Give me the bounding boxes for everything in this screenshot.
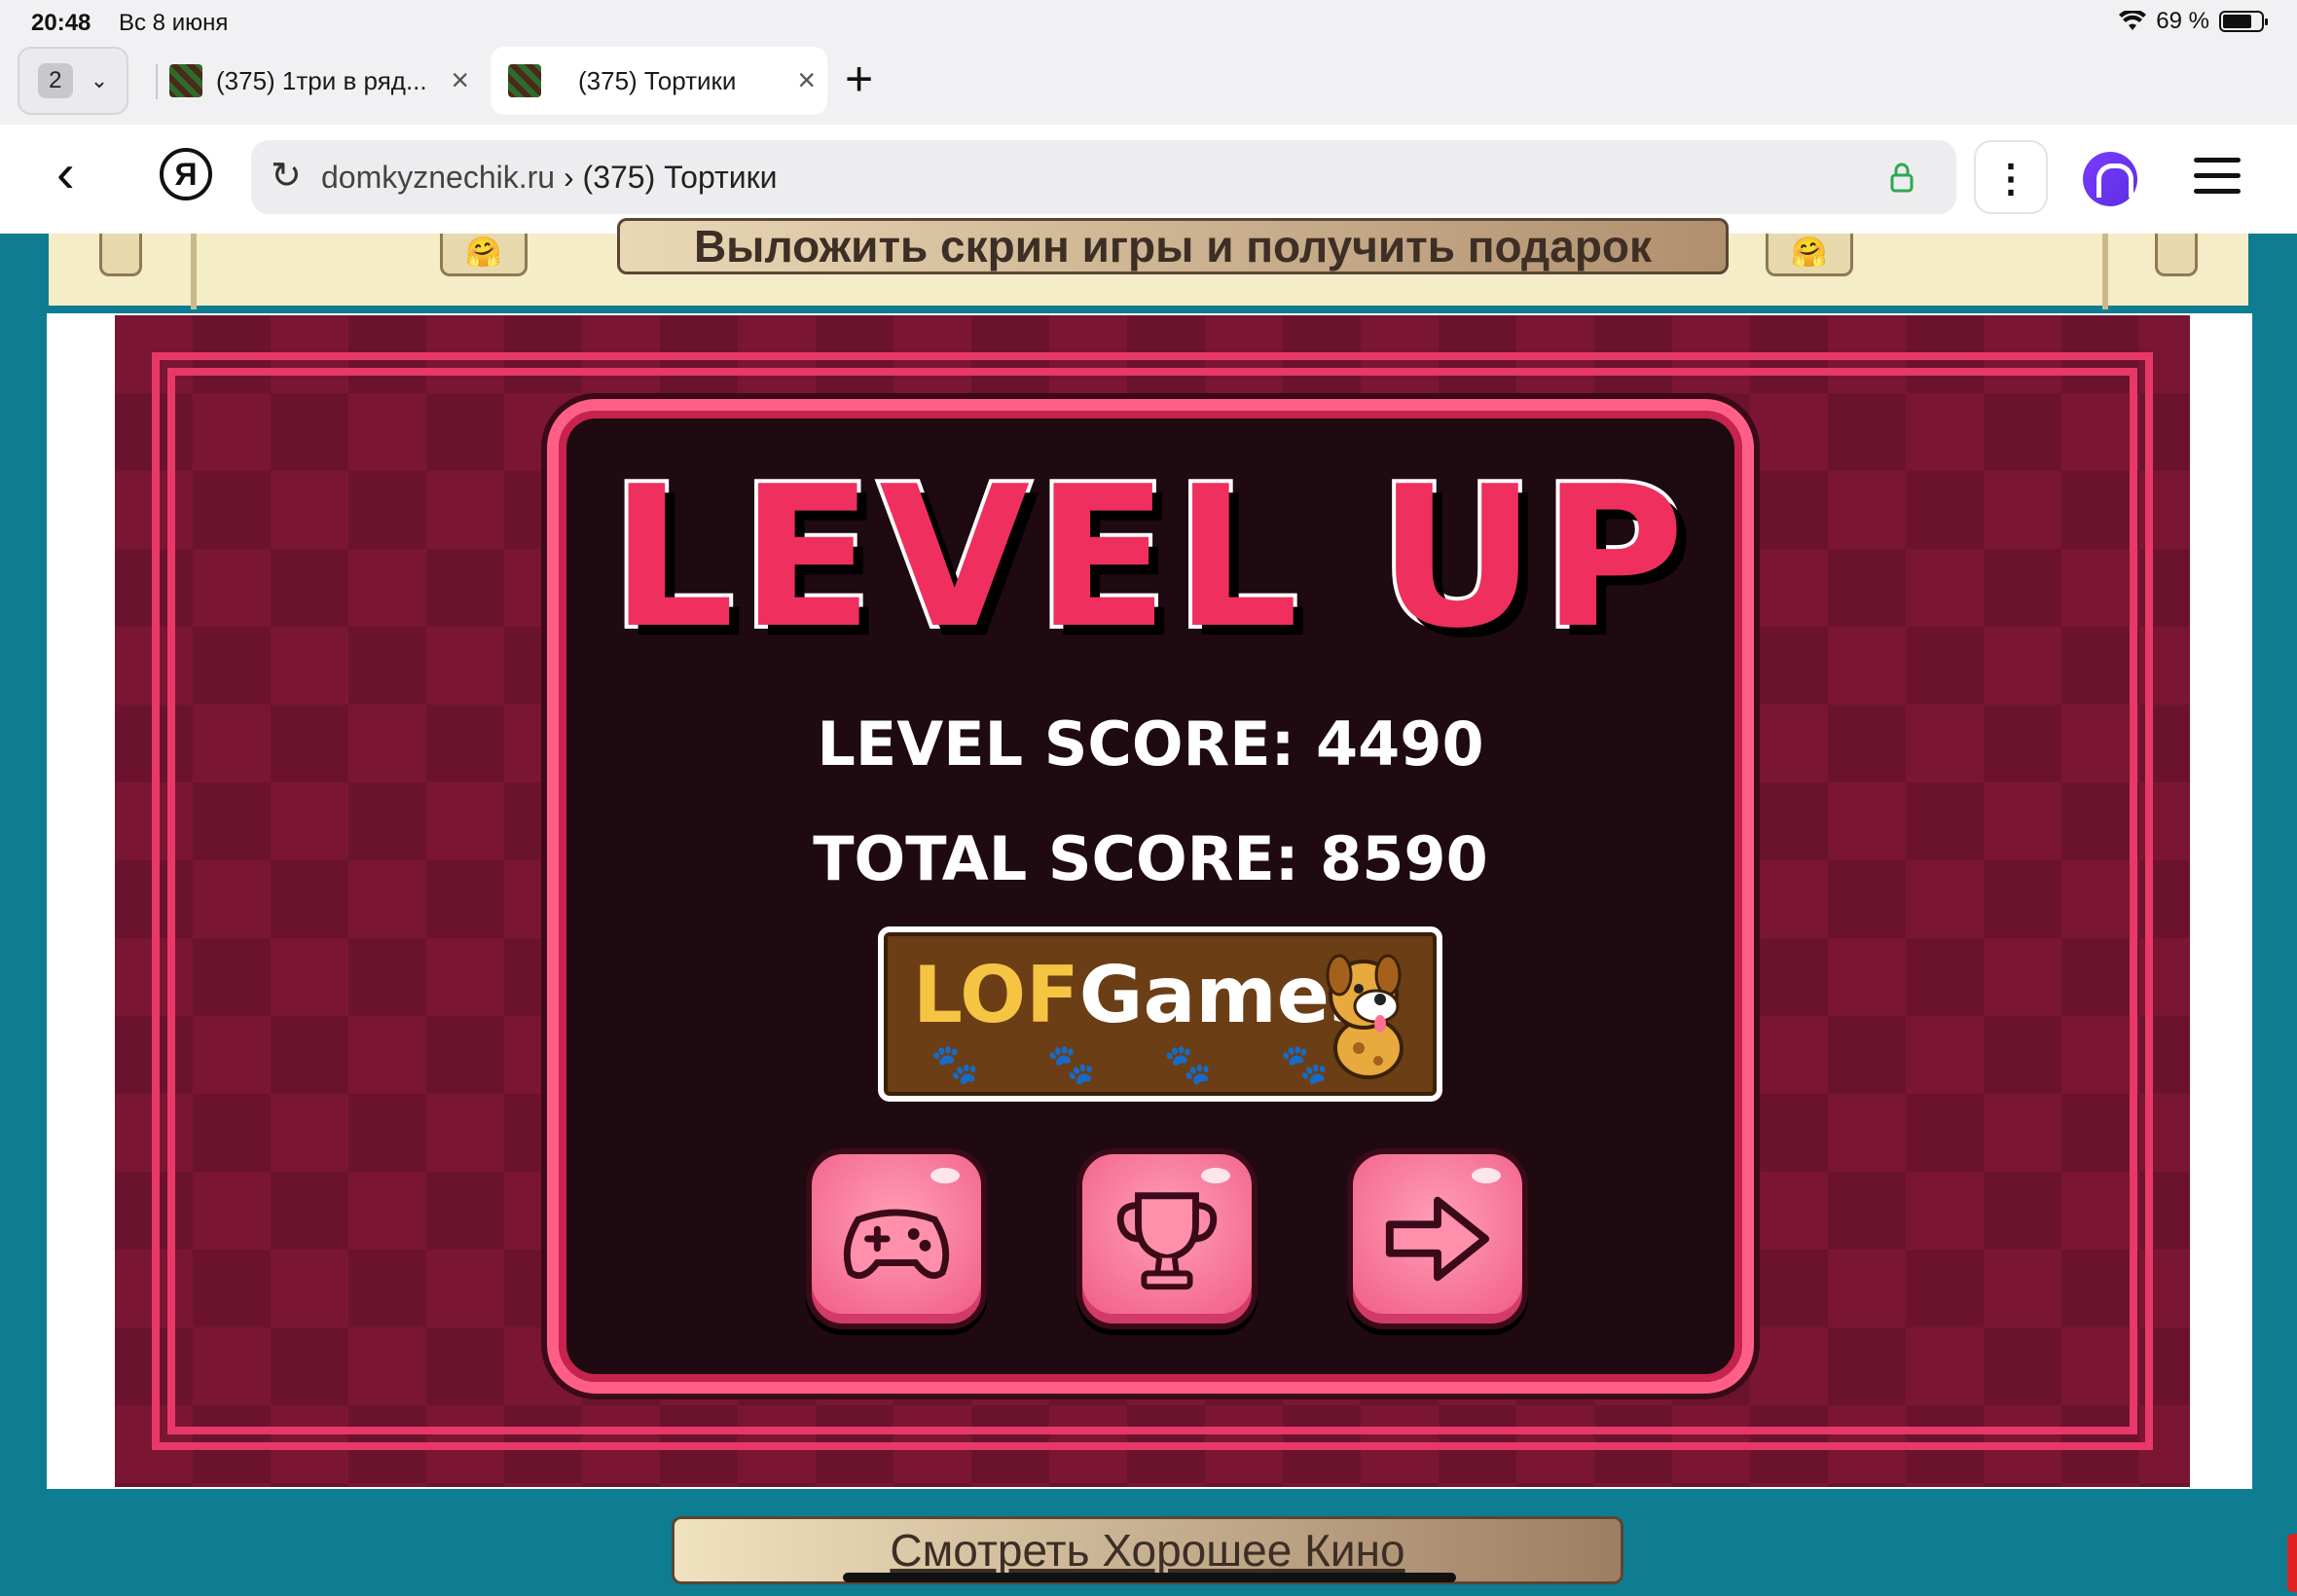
next-level-button[interactable] bbox=[1347, 1148, 1528, 1329]
bottom-banner-text: Смотреть Хорошее Кино bbox=[890, 1525, 1405, 1576]
tab-count: 2 bbox=[37, 63, 73, 98]
tab-1[interactable]: (375) 1три в ряд... × bbox=[169, 47, 481, 115]
url-field[interactable]: ↻ domkyznechik.ru › (375) Тортики bbox=[251, 140, 1956, 214]
status-bar: 20:48 Вс 8 июня 69 % bbox=[0, 0, 2297, 47]
alice-icon[interactable] bbox=[2083, 152, 2137, 206]
logo-text-lof: LOF bbox=[913, 950, 1079, 1040]
wifi-icon bbox=[2119, 11, 2147, 30]
url-domain: domkyznechik.ru bbox=[321, 160, 556, 195]
home-indicator[interactable] bbox=[843, 1573, 1456, 1582]
lofgames-logo[interactable]: LOFGames 🐾🐾🐾🐾 bbox=[878, 926, 1442, 1102]
top-banner-link[interactable]: Выложить скрин игры и получить подарок bbox=[617, 218, 1729, 274]
url-page-title: (375) Тортики bbox=[582, 160, 778, 195]
tab-title: (375) Тортики bbox=[578, 65, 737, 95]
back-icon[interactable]: ‹ bbox=[56, 146, 75, 200]
yandex-icon[interactable]: Я bbox=[160, 148, 212, 200]
level-score: LEVEL SCORE: 4490 bbox=[817, 708, 1484, 780]
chevron-down-icon: ⌄ bbox=[90, 68, 109, 92]
menu-icon[interactable] bbox=[2194, 158, 2241, 204]
more-icon[interactable]: ⋮ bbox=[1974, 140, 2048, 214]
tab-bar: 2 ⌄ (375) 1три в ряд... × (375) Тортики … bbox=[0, 47, 2297, 125]
trophy-icon bbox=[1116, 1192, 1218, 1290]
game-canvas[interactable]: LEVEL UP LEVEL SCORE: 4490 TOTAL SCORE: … bbox=[115, 315, 2190, 1487]
page-content: 🤗 🤗 Выложить скрин игры и получить подар… bbox=[0, 218, 2297, 1596]
tab-separator bbox=[156, 64, 158, 99]
leaderboard-button[interactable] bbox=[1076, 1148, 1258, 1329]
new-tab-button[interactable]: + bbox=[845, 54, 873, 103]
battery-icon bbox=[2219, 11, 2268, 32]
banner-knob bbox=[2155, 234, 2198, 276]
site-favicon-icon bbox=[169, 64, 202, 97]
logo-text: LOFGames bbox=[913, 952, 1376, 1039]
gamepad-icon bbox=[843, 1209, 950, 1280]
banner-post bbox=[2102, 234, 2108, 309]
url-separator: › bbox=[555, 160, 583, 195]
reload-icon[interactable]: ↻ bbox=[271, 154, 302, 199]
hug-emoji-icon: 🤗 bbox=[1766, 234, 1853, 276]
site-favicon-icon bbox=[508, 64, 541, 97]
banner-post bbox=[191, 234, 197, 309]
date: Вс 8 июня bbox=[119, 10, 229, 36]
level-up-title: LEVEL UP bbox=[606, 445, 1691, 671]
dog-mascot-icon bbox=[1326, 954, 1404, 1079]
hug-emoji-icon: 🤗 bbox=[440, 234, 528, 276]
lock-icon bbox=[1890, 163, 1914, 193]
close-icon[interactable]: × bbox=[451, 64, 469, 95]
games-button[interactable] bbox=[806, 1148, 987, 1329]
side-tab[interactable] bbox=[2287, 1534, 2297, 1592]
top-banner-strip: 🤗 🤗 Выложить скрин игры и получить подар… bbox=[49, 218, 2248, 309]
tab-switcher-button[interactable]: 2 ⌄ bbox=[18, 47, 128, 115]
close-icon[interactable]: × bbox=[797, 64, 816, 95]
level-up-dialog: LEVEL UP LEVEL SCORE: 4490 TOTAL SCORE: … bbox=[547, 399, 1754, 1394]
url-text: domkyznechik.ru › (375) Тортики bbox=[321, 160, 777, 196]
status-right: 69 % bbox=[2119, 8, 2268, 35]
banner-knob bbox=[99, 234, 142, 276]
tab-2-active[interactable]: (375) Тортики × bbox=[491, 47, 827, 115]
clock: 20:48 bbox=[31, 10, 91, 36]
battery-percent: 69 % bbox=[2156, 8, 2209, 34]
total-score: TOTAL SCORE: 8590 bbox=[813, 823, 1488, 894]
tab-title: (375) 1три в ряд... bbox=[216, 65, 427, 95]
arrow-right-icon bbox=[1385, 1196, 1490, 1282]
